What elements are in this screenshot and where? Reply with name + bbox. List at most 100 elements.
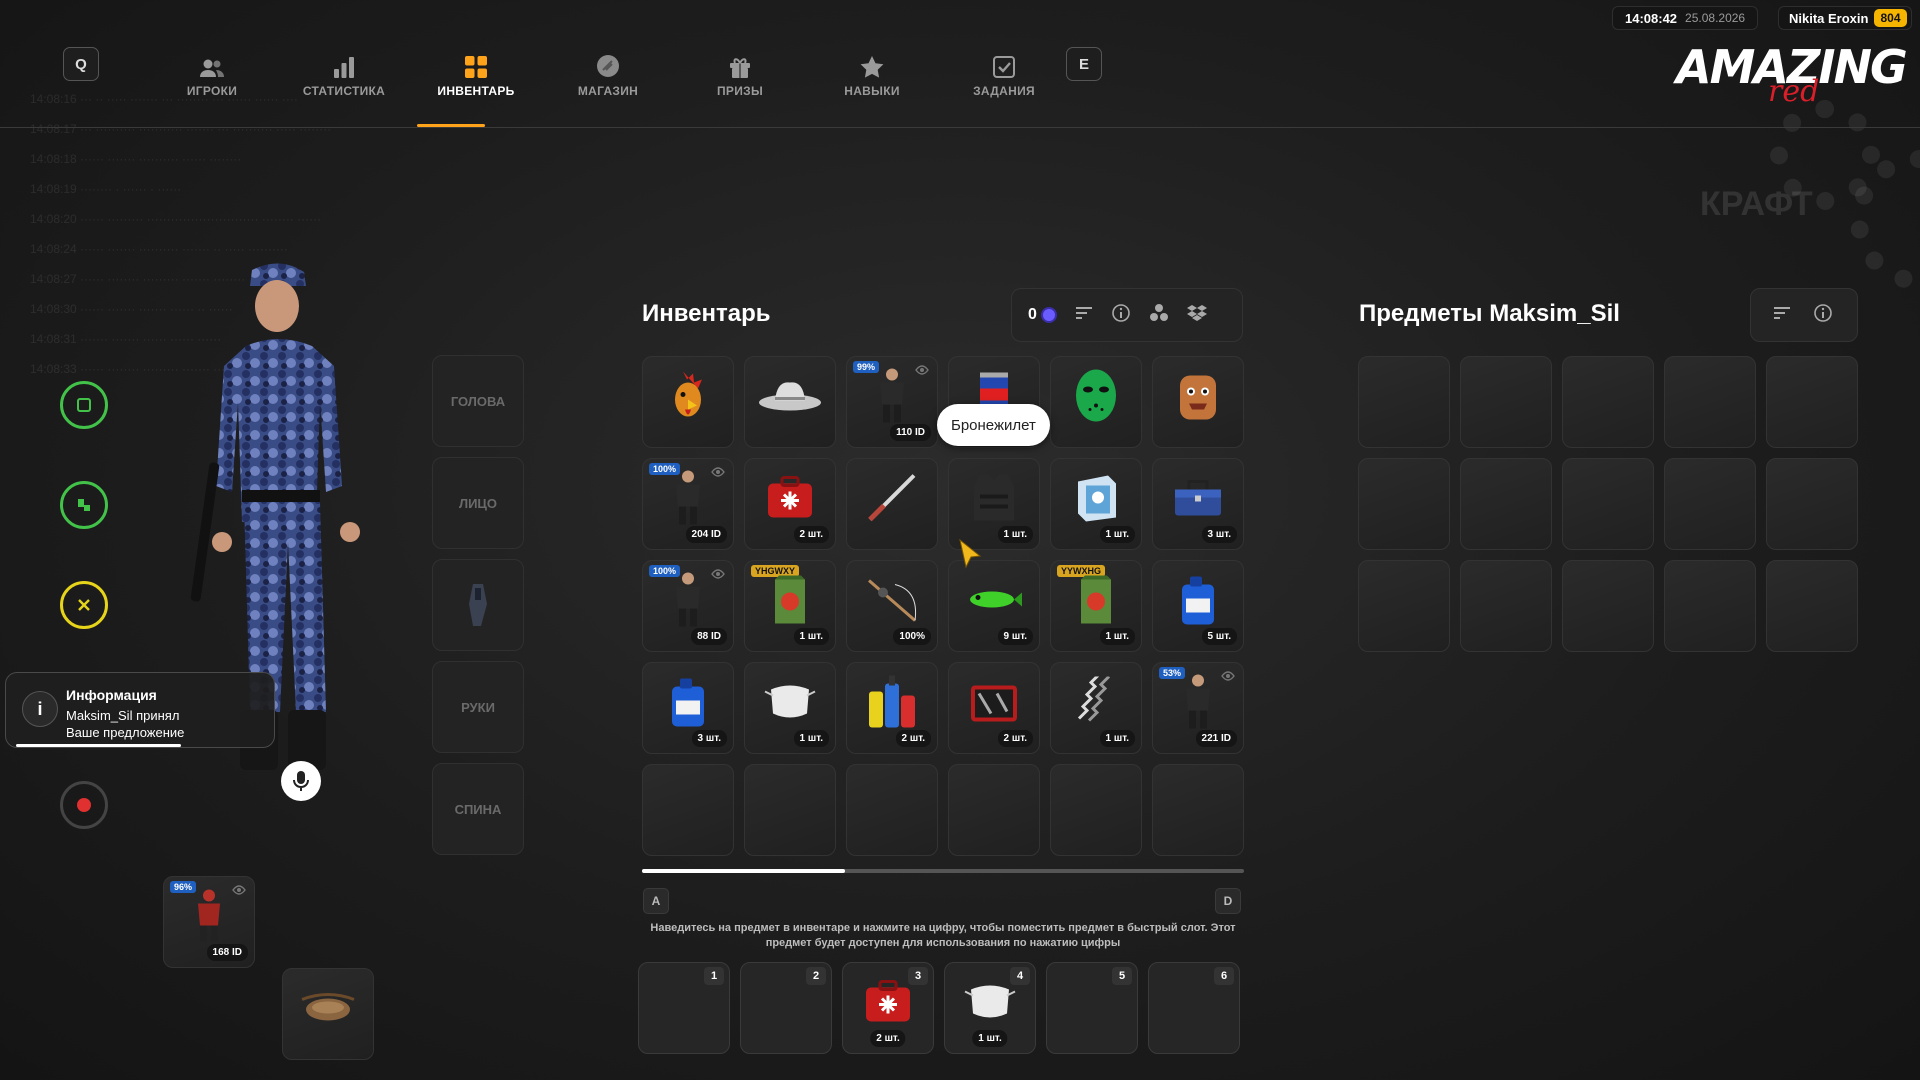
inventory-item[interactable] bbox=[1050, 356, 1142, 448]
tab-tasks[interactable]: ЗАДАНИЯ bbox=[938, 40, 1070, 98]
canister-icon bbox=[1178, 573, 1218, 632]
tab-players[interactable]: ИГРОКИ bbox=[146, 40, 278, 98]
inventory-item[interactable]: 5 шт. bbox=[1152, 560, 1244, 652]
trade-empty-slot[interactable] bbox=[1664, 458, 1756, 550]
inventory-item[interactable]: 1 шт. bbox=[1050, 662, 1142, 754]
tab-inventory[interactable]: ИНВЕНТАРЬ bbox=[410, 40, 542, 98]
trade-empty-slot[interactable] bbox=[1460, 560, 1552, 652]
trade-empty-slot[interactable] bbox=[1562, 560, 1654, 652]
quick-slot[interactable]: 41 шт. bbox=[944, 962, 1036, 1054]
inventory-empty[interactable] bbox=[642, 764, 734, 856]
eye-icon[interactable] bbox=[915, 362, 929, 380]
cleaners-icon bbox=[865, 674, 919, 735]
quick-slot[interactable]: 1 bbox=[638, 962, 730, 1054]
slot-face[interactable]: ЛИЦО bbox=[432, 457, 524, 549]
slot-back[interactable]: СПИНА bbox=[432, 763, 524, 855]
quick-slot[interactable]: 2 bbox=[740, 962, 832, 1054]
inventory-empty[interactable] bbox=[846, 764, 938, 856]
tab-skills[interactable]: НАВЫКИ bbox=[806, 40, 938, 98]
info-notification: i Информация Maksim_Sil принял Ваше пред… bbox=[5, 672, 275, 748]
trade-empty-slot[interactable] bbox=[1358, 560, 1450, 652]
inventory-item[interactable]: YYWXHG 1 шт. bbox=[1050, 560, 1142, 652]
microphone-button[interactable] bbox=[281, 761, 321, 801]
eye-icon[interactable] bbox=[711, 464, 725, 482]
trade-empty-slot[interactable] bbox=[1460, 356, 1552, 448]
inventory-item[interactable] bbox=[846, 458, 938, 550]
trade-empty-slot[interactable] bbox=[1562, 458, 1654, 550]
prev-tab-key[interactable]: Q bbox=[63, 47, 99, 81]
quantity-label: 1 шт. bbox=[1099, 526, 1135, 543]
inventory-scrollbar[interactable] bbox=[642, 869, 1244, 873]
inventory-item[interactable] bbox=[642, 356, 734, 448]
inventory-item[interactable]: 2 шт. bbox=[846, 662, 938, 754]
inventory-item[interactable]: 1 шт. bbox=[744, 662, 836, 754]
scroll-left-key[interactable]: A bbox=[643, 888, 669, 914]
next-tab-key[interactable]: E bbox=[1066, 47, 1102, 81]
tab-shop[interactable]: МАГАЗИН bbox=[542, 40, 674, 98]
inventory-item[interactable]: 53% 221 ID bbox=[1152, 662, 1244, 754]
equipped-bag-slot[interactable] bbox=[282, 968, 374, 1060]
inventory-item[interactable]: 2 шт. bbox=[948, 662, 1040, 754]
inventory-empty[interactable] bbox=[948, 764, 1040, 856]
inventory-item[interactable] bbox=[1152, 356, 1244, 448]
scroll-thumb[interactable] bbox=[642, 869, 845, 873]
slot-hands[interactable]: РУКИ bbox=[432, 661, 524, 753]
toolbox-icon bbox=[1171, 476, 1225, 525]
top-navigation-bar: Q ИГРОКИ СТАТИСТИКА ИНВЕНТАРЬ МАГАЗИН ПР… bbox=[0, 0, 1920, 128]
trade-empty-slot[interactable] bbox=[1664, 560, 1756, 652]
inventory-empty[interactable] bbox=[1152, 764, 1244, 856]
trade-empty-slot[interactable] bbox=[1766, 458, 1858, 550]
trade-empty-slot[interactable] bbox=[1358, 356, 1450, 448]
inventory-item[interactable]: 100% 204 ID bbox=[642, 458, 734, 550]
trade-empty-slot[interactable] bbox=[1562, 356, 1654, 448]
quantity-label: 1 шт. bbox=[1099, 730, 1135, 747]
quick-slot-hint: Наведитесь на предмет в инвентаре и нажм… bbox=[650, 922, 1236, 949]
tab-statistics[interactable]: СТАТИСТИКА bbox=[278, 40, 410, 98]
inventory-empty[interactable] bbox=[1050, 764, 1142, 856]
equipped-skin-slot[interactable]: 96% 168 ID bbox=[163, 876, 255, 968]
notification-title: Информация bbox=[66, 687, 157, 703]
quick-slot[interactable]: 5 bbox=[1046, 962, 1138, 1054]
tab-label: МАГАЗИН bbox=[577, 84, 639, 98]
inventory-item[interactable]: 1 шт. bbox=[1050, 458, 1142, 550]
inventory-item[interactable]: 3 шт. bbox=[642, 662, 734, 754]
quick-slot[interactable]: 32 шт. bbox=[842, 962, 934, 1054]
trade-empty-slot[interactable] bbox=[1766, 560, 1858, 652]
trade-empty-slot[interactable] bbox=[1664, 356, 1756, 448]
trade-empty-slot[interactable] bbox=[1358, 458, 1450, 550]
quantity-label: 168 ID bbox=[206, 944, 248, 961]
inventory-item[interactable]: 1 шт. bbox=[948, 458, 1040, 550]
inventory-item[interactable] bbox=[744, 356, 836, 448]
rooster-mask-icon bbox=[667, 370, 709, 427]
quick-slot-number: 5 bbox=[1112, 967, 1132, 985]
trade-empty-slot[interactable] bbox=[1766, 356, 1858, 448]
inventory-item[interactable]: 99% 110 ID bbox=[846, 356, 938, 448]
trade-empty-slot[interactable] bbox=[1460, 458, 1552, 550]
inventory-item[interactable]: 2 шт. bbox=[744, 458, 836, 550]
skin-icon bbox=[875, 367, 909, 430]
eye-icon[interactable] bbox=[232, 882, 246, 900]
inventory-toolbar: 0 bbox=[1011, 288, 1243, 342]
shop-icon bbox=[596, 50, 620, 78]
quantity-label: 1 шт. bbox=[793, 730, 829, 747]
sort-icon[interactable] bbox=[1773, 306, 1791, 325]
slot-head[interactable]: ГОЛОВА bbox=[432, 355, 524, 447]
info-icon[interactable] bbox=[1111, 303, 1131, 328]
seed-bag-icon bbox=[1077, 574, 1115, 631]
eye-icon[interactable] bbox=[711, 566, 725, 584]
craft-icon[interactable] bbox=[1149, 303, 1169, 328]
dropbox-icon[interactable] bbox=[1186, 304, 1207, 327]
slot-torso[interactable] bbox=[432, 559, 524, 651]
inventory-item[interactable]: 3 шт. bbox=[1152, 458, 1244, 550]
eye-icon[interactable] bbox=[1221, 668, 1235, 686]
scroll-right-key[interactable]: D bbox=[1215, 888, 1241, 914]
quick-slot[interactable]: 6 bbox=[1148, 962, 1240, 1054]
inventory-item[interactable]: 100% 88 ID bbox=[642, 560, 734, 652]
inventory-item[interactable]: YHGWXY 1 шт. bbox=[744, 560, 836, 652]
inventory-empty[interactable] bbox=[744, 764, 836, 856]
inventory-item[interactable]: 100% bbox=[846, 560, 938, 652]
info-icon[interactable] bbox=[1813, 303, 1833, 328]
sort-icon[interactable] bbox=[1075, 306, 1093, 325]
tab-prizes[interactable]: ПРИЗЫ bbox=[674, 40, 806, 98]
inventory-title: Инвентарь bbox=[642, 300, 771, 327]
